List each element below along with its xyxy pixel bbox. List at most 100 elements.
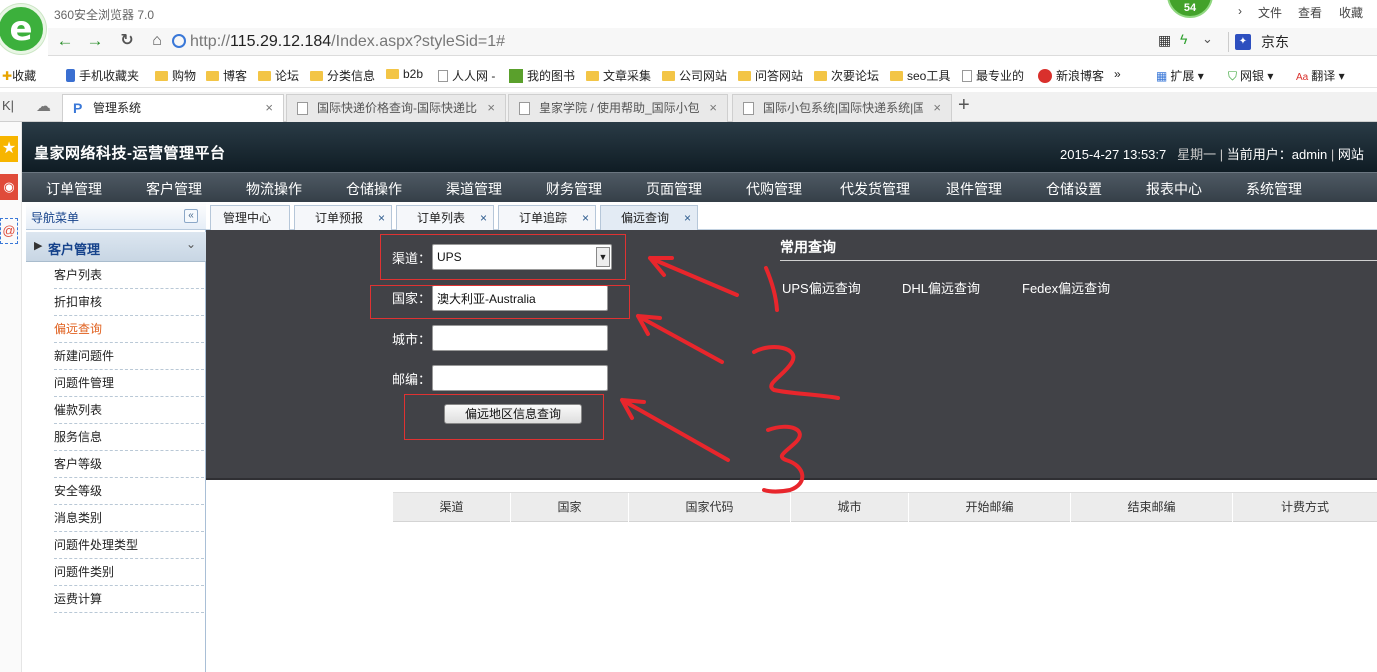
bookmark-mybooks[interactable]: 我的图书 [509, 67, 575, 84]
sidebar-item-remote-query[interactable]: 偏远查询 [54, 316, 204, 343]
sidebar-item-message-category[interactable]: 消息类别 [54, 505, 204, 532]
sidebar-item-security-level[interactable]: 安全等级 [54, 478, 204, 505]
close-icon[interactable]: × [684, 206, 691, 230]
url-path: /Index.aspx?styleSid=1# [331, 33, 506, 50]
nav-system[interactable]: 系统管理 [1246, 179, 1302, 199]
close-icon[interactable]: × [933, 95, 941, 121]
sidebar-toggle-icon[interactable]: K| [2, 98, 14, 113]
menu-favorites[interactable]: 收藏 [1339, 4, 1363, 21]
browser-tab[interactable]: 皇家学院 / 使用帮助_国际小包 × [508, 94, 728, 122]
nav-channels[interactable]: 渠道管理 [446, 179, 502, 199]
nav-warehouse-ops[interactable]: 仓储操作 [346, 179, 402, 199]
bookmark-professional[interactable]: 最专业的 [962, 67, 1024, 84]
bookmark-minor-forum[interactable]: 次要论坛 [814, 67, 879, 84]
bookmark-shopping[interactable]: 购物 [155, 67, 196, 84]
new-tab-button[interactable]: + [958, 94, 970, 117]
browser-tab-active[interactable]: P 管理系统 × [62, 94, 284, 123]
ebank-button[interactable]: ⛉ 网银 ▾ [1228, 67, 1273, 84]
browser-tab[interactable]: 国际快递价格查询-国际快递比 × [286, 94, 506, 122]
bookmark-forum[interactable]: 论坛 [258, 67, 299, 84]
sidebar-item-freight-calc[interactable]: 运费计算 [54, 586, 204, 613]
annotation-box-3 [404, 394, 604, 440]
url-input[interactable]: http://115.29.12.184/Index.aspx?styleSid… [172, 30, 1092, 54]
refresh-icon[interactable]: ↻ [116, 30, 138, 52]
home-icon[interactable]: ⌂ [146, 30, 168, 52]
close-icon[interactable]: × [487, 95, 495, 121]
close-icon[interactable]: × [265, 95, 273, 121]
sidebar-item-issue-category[interactable]: 问题件类别 [54, 559, 204, 586]
mail-icon[interactable]: @ [0, 218, 18, 244]
sidebar-item-new-issue[interactable]: 新建问题件 [54, 343, 204, 370]
back-icon[interactable]: ← [54, 30, 76, 52]
nav-finance[interactable]: 财务管理 [546, 179, 602, 199]
nav-customers[interactable]: 客户管理 [146, 179, 202, 199]
city-input[interactable] [432, 325, 608, 351]
column-header: 城市 [791, 493, 909, 523]
bookmark-classified[interactable]: 分类信息 [310, 67, 375, 84]
tab-remote-query[interactable]: 偏远查询 × [600, 205, 698, 231]
qrcode-icon[interactable]: ▦ [1158, 32, 1171, 49]
tab-order-forecast[interactable]: 订单预报 × [294, 205, 392, 231]
sidebar-group[interactable]: ▶ 客户管理 ⌄ [26, 232, 206, 262]
bookmark-sina[interactable]: 新浪博客 [1038, 67, 1104, 84]
tab-dashboard[interactable]: 管理中心 [210, 205, 290, 231]
nav-purchasing[interactable]: 代购管理 [746, 179, 802, 199]
bookmark-qa[interactable]: 问答网站 [738, 67, 803, 84]
bookmark-company[interactable]: 公司网站 [662, 67, 727, 84]
nav-warehouse-settings[interactable]: 仓储设置 [1046, 179, 1102, 199]
ups-remote-query-link[interactable]: UPS偏远查询 [782, 278, 861, 297]
security-badge[interactable]: 54 [1167, 0, 1213, 18]
search-engine-box[interactable]: ✦ 京东 [1228, 32, 1377, 52]
lightning-icon[interactable]: ϟ [1180, 31, 1187, 47]
close-icon[interactable]: × [582, 206, 589, 230]
folder-icon [310, 71, 323, 81]
folder-icon [586, 71, 599, 81]
zip-input[interactable] [432, 365, 608, 391]
cloud-icon[interactable]: ☁ [36, 97, 51, 115]
close-icon[interactable]: × [709, 95, 717, 121]
nav-reports[interactable]: 报表中心 [1146, 179, 1202, 199]
fedex-remote-query-link[interactable]: Fedex偏远查询 [1022, 278, 1110, 297]
tab-order-list[interactable]: 订单列表 × [396, 205, 494, 231]
bookmark-article[interactable]: 文章采集 [586, 67, 651, 84]
page-icon [438, 70, 448, 82]
sidebar-item-customer-list[interactable]: 客户列表 [54, 262, 204, 289]
bookmark-blog[interactable]: 博客 [206, 67, 247, 84]
sidebar-item-customer-level[interactable]: 客户等级 [54, 451, 204, 478]
collapse-icon[interactable]: « [184, 209, 198, 223]
close-icon[interactable]: × [378, 206, 385, 230]
browser-tab[interactable]: 国际小包系统|国际快递系统|国 × [732, 94, 952, 122]
chevron-down-icon[interactable]: ⌄ [1202, 31, 1213, 47]
bookmark-seo[interactable]: seo工具 [890, 67, 950, 84]
header-link[interactable]: 网站 [1338, 147, 1364, 162]
bookmark-mobile[interactable]: 手机收藏夹 [66, 67, 139, 84]
weibo-icon[interactable]: ◉ [0, 174, 18, 200]
extensions-button[interactable]: ▦ 扩展 ▾ [1156, 67, 1204, 84]
bookmark-favorites[interactable]: ✚收藏 [2, 67, 36, 84]
menu-view[interactable]: 查看 [1298, 4, 1322, 21]
nav-logistics[interactable]: 物流操作 [246, 179, 302, 199]
chevron-right-icon[interactable]: › [1238, 4, 1242, 18]
sidebar-item-dunning-list[interactable]: 催款列表 [54, 397, 204, 424]
annotation-box-1 [380, 234, 626, 280]
bookmark-renren[interactable]: 人人网 - [438, 67, 495, 84]
close-icon[interactable]: × [480, 206, 487, 230]
bookmark-b2b[interactable]: b2b [386, 67, 423, 81]
tab-order-tracking[interactable]: 订单追踪 × [498, 205, 596, 231]
menu-file[interactable]: 文件 [1258, 4, 1282, 21]
nav-pages[interactable]: 页面管理 [646, 179, 702, 199]
sidebar-item-service-info[interactable]: 服务信息 [54, 424, 204, 451]
chevron-double-down-icon[interactable]: ⌄ [186, 237, 196, 251]
forward-icon[interactable]: → [84, 30, 106, 52]
nav-orders[interactable]: 订单管理 [46, 179, 102, 199]
dhl-remote-query-link[interactable]: DHL偏远查询 [902, 278, 980, 297]
page-icon [297, 102, 308, 115]
star-icon[interactable]: ★ [0, 136, 18, 162]
sidebar-item-issue-management[interactable]: 问题件管理 [54, 370, 204, 397]
sidebar-item-discount-review[interactable]: 折扣审核 [54, 289, 204, 316]
translate-button[interactable]: Aa 翻译 ▾ [1296, 67, 1345, 84]
sidebar-item-issue-handling-type[interactable]: 问题件处理类型 [54, 532, 204, 559]
nav-returns[interactable]: 退件管理 [946, 179, 1002, 199]
nav-dropship[interactable]: 代发货管理 [840, 179, 910, 199]
bookmark-more[interactable]: » [1114, 67, 1121, 81]
